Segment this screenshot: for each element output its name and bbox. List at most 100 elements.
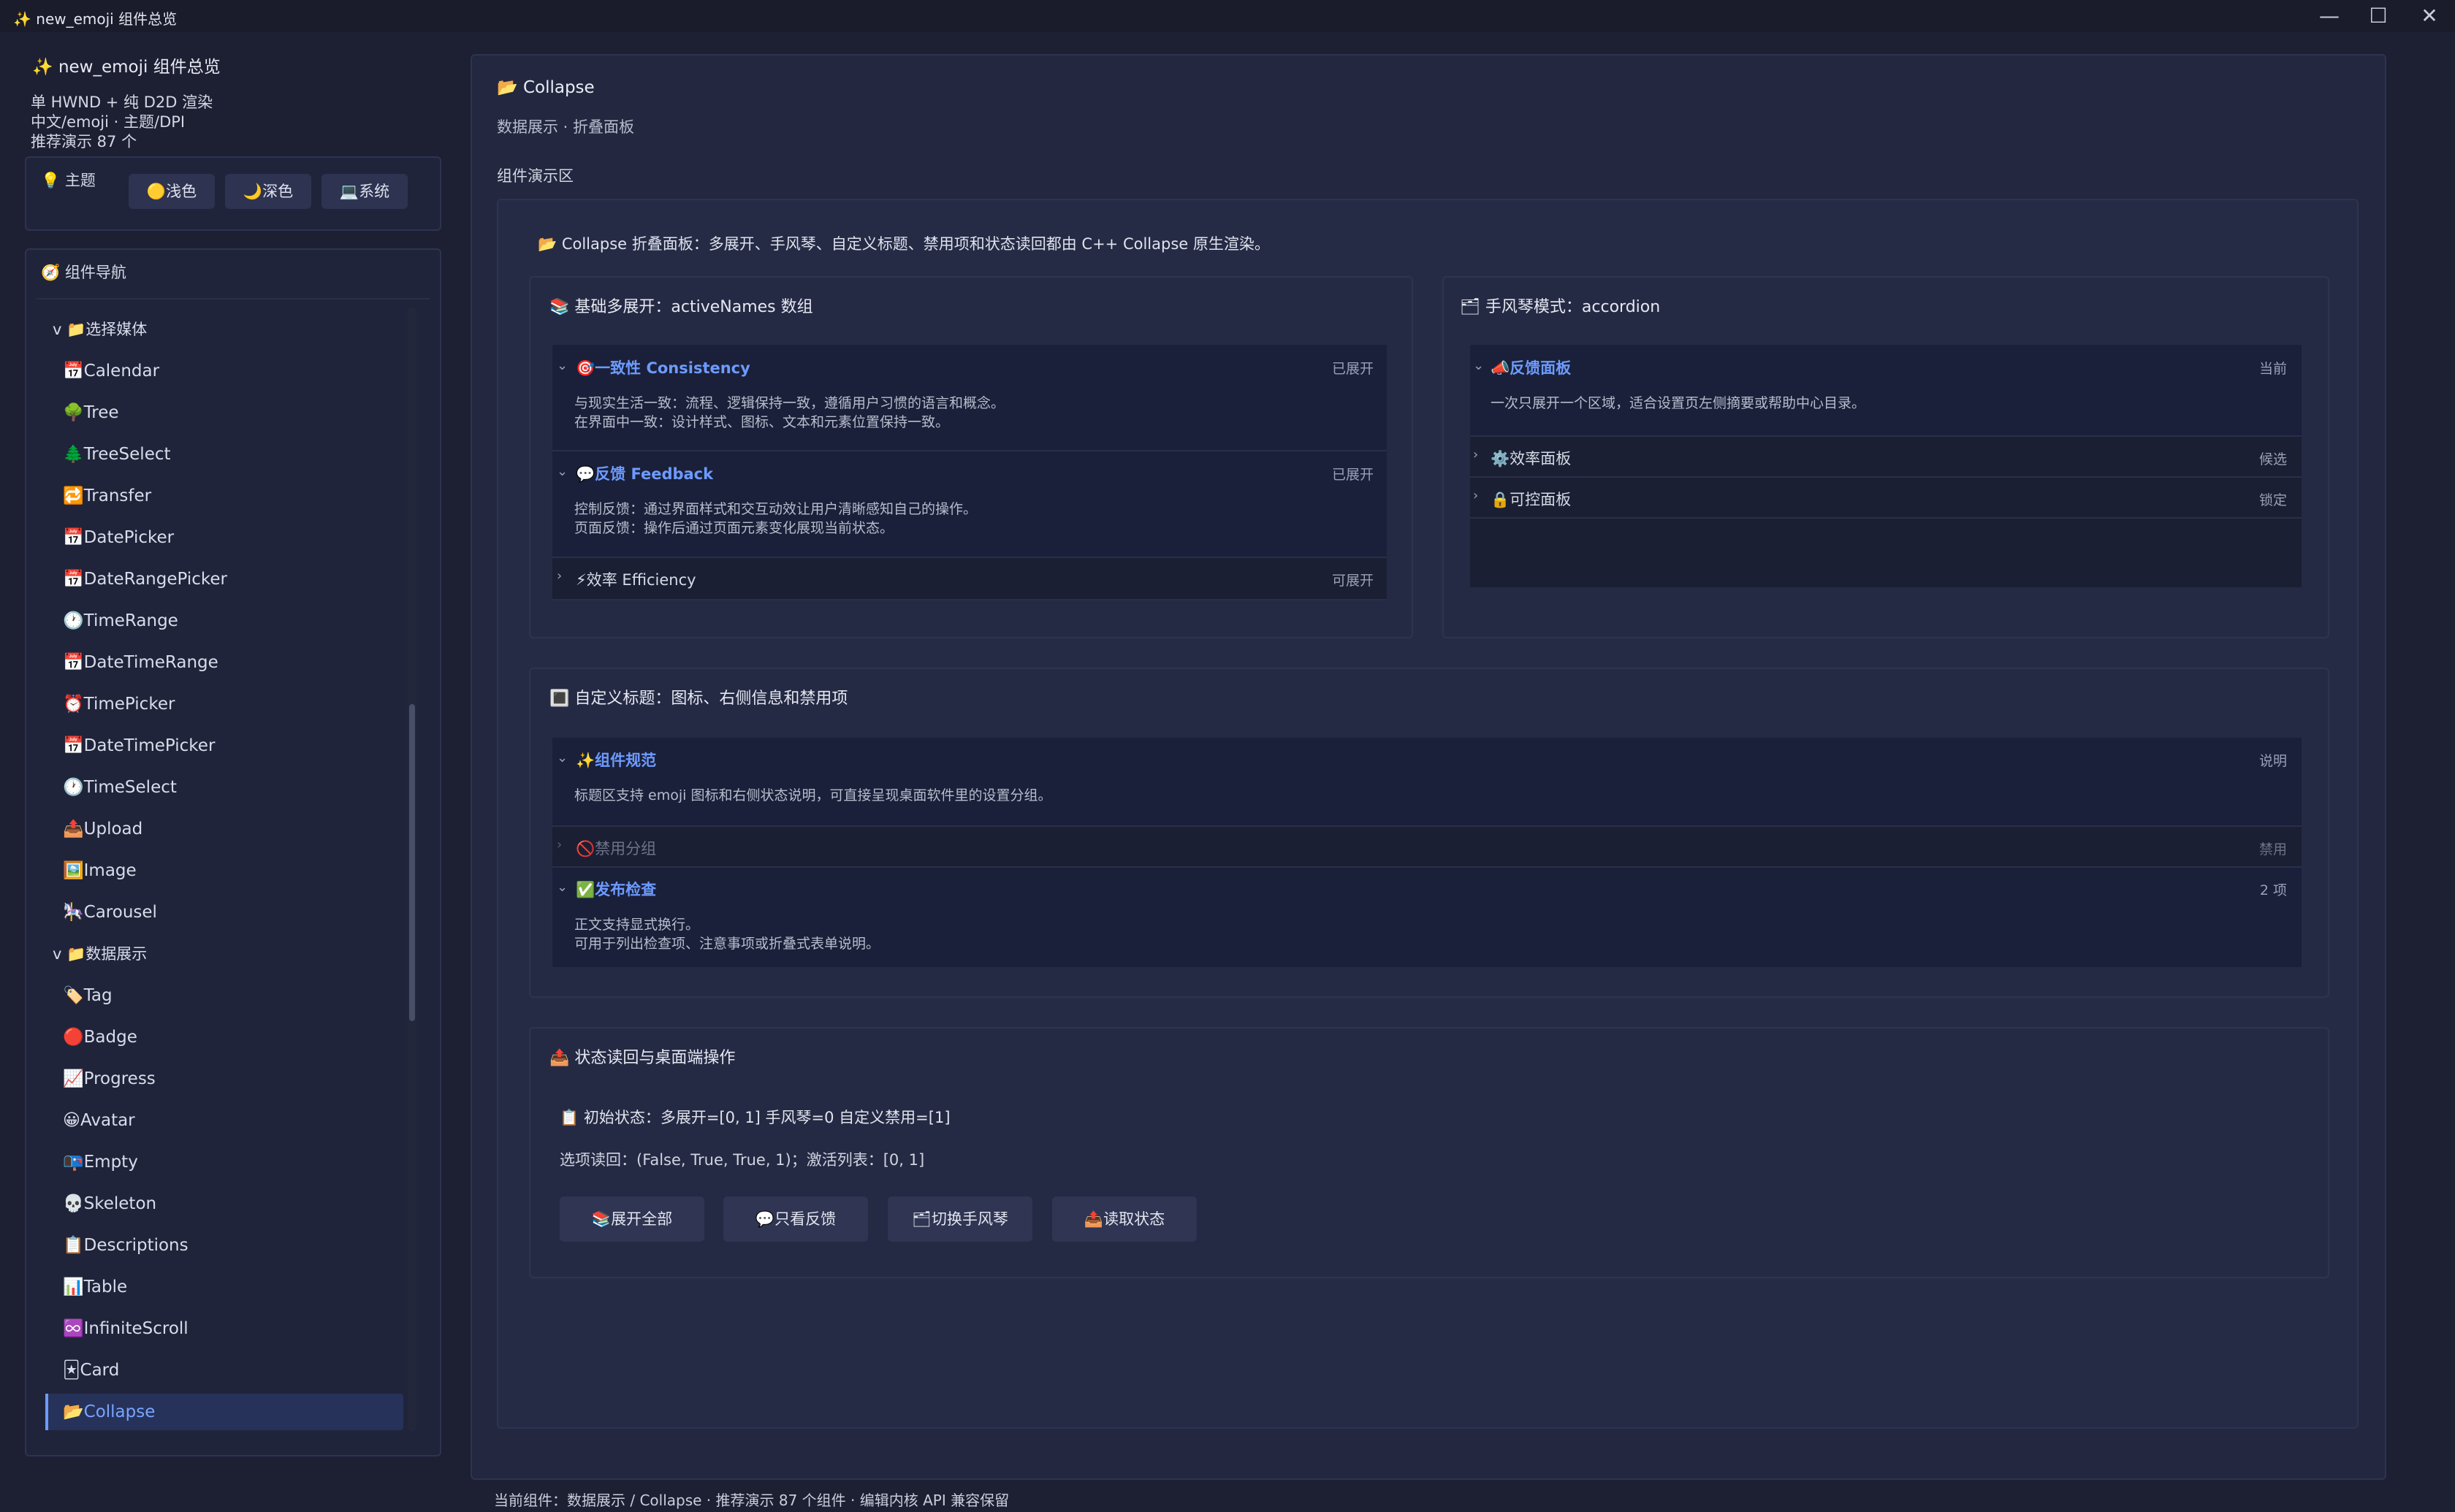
theme-light-button[interactable]: 🟡浅色: [129, 174, 215, 209]
accordion-card-title: 🗂 手风琴模式：accordion: [1460, 298, 1661, 316]
chevron-down-icon[interactable]: ⌄: [557, 464, 568, 479]
nav-item-datepicker[interactable]: 📅DatePicker: [63, 519, 174, 556]
nav-scrollbar-thumb[interactable]: [409, 704, 415, 1021]
accordion-item-body: 一次只展开一个区域，适合设置页左侧摘要或帮助中心目录。: [1491, 395, 1866, 411]
compass-icon: 🧭: [41, 264, 61, 281]
nav-item-tag[interactable]: 🏷️Tag: [63, 977, 113, 1014]
collapse-item-body: 在界面中一致：设计样式、图标、文本和元素位置保持一致。: [574, 414, 950, 430]
nav-item-tree[interactable]: 🌳Tree: [63, 394, 119, 431]
collapse-item-status: 已展开: [1331, 361, 1374, 377]
basic-card-title: 📚 基础多展开：activeNames 数组: [549, 298, 813, 316]
nav-item-transfer[interactable]: 🔁Transfer: [63, 478, 151, 514]
nav-item-calendar[interactable]: 📅Calendar: [63, 353, 159, 389]
readback-text: 选项读回：(False, True, True, 1)；激活列表：[0, 1]: [560, 1151, 925, 1169]
accordion-item-title[interactable]: 🔒可控面板: [1491, 488, 1571, 510]
collapse-item-status: 可展开: [1331, 573, 1374, 589]
nav-item-collapse[interactable]: 📂Collapse: [63, 1394, 155, 1430]
nav-group-media[interactable]: v 📁选择媒体: [53, 311, 147, 348]
status-bar: 当前组件：数据展示 / Collapse · 推荐演示 87 个组件 · 编辑内…: [494, 1492, 1010, 1509]
accordion-item-status: 候选: [2258, 451, 2287, 467]
read-state-button[interactable]: 📤读取状态: [1052, 1196, 1197, 1242]
custom-item-title[interactable]: ✨组件规范: [576, 749, 656, 771]
accordion-item-status: 锁定: [2258, 492, 2287, 508]
nav-item-empty[interactable]: 📭Empty: [63, 1144, 138, 1180]
nav-item-timerange[interactable]: 🕐TimeRange: [63, 603, 178, 639]
collapse-item-body: 控制反馈：通过界面样式和交互动效让用户清晰感知自己的操作。: [574, 501, 978, 517]
bulb-icon: 💡: [41, 172, 61, 189]
theme-dark-button[interactable]: 🌙深色: [225, 174, 311, 209]
nav-item-daterangepicker[interactable]: 📅DateRangePicker: [63, 561, 227, 597]
accordion-item-title[interactable]: 📣反馈面板: [1491, 356, 1571, 378]
collapse-item-title[interactable]: 💬反馈 Feedback: [576, 462, 713, 484]
intro-text: 📂 Collapse 折叠面板：多展开、手风琴、自定义标题、禁用项和状态读回都由…: [538, 235, 1270, 253]
custom-item-body: 正文支持显式换行。: [574, 917, 700, 933]
close-button[interactable]: ✕: [2405, 0, 2454, 32]
maximize-button[interactable]: ☐: [2354, 0, 2402, 32]
section-label: 组件演示区: [497, 167, 574, 185]
collapse-item-title[interactable]: 🎯一致性 Consistency: [576, 356, 750, 378]
nav-item-timepicker[interactable]: ⏰TimePicker: [63, 686, 175, 722]
nav-item-image[interactable]: 🖼️Image: [63, 852, 137, 889]
chevron-right-icon[interactable]: ›: [1473, 447, 1478, 462]
page-subtitle: 数据展示 · 折叠面板: [497, 118, 635, 136]
chevron-right-icon: ›: [557, 837, 563, 852]
collapse-item-body: 页面反馈：操作后通过页面元素变化展现当前状态。: [574, 520, 894, 536]
custom-item-title: 🚫禁用分组: [576, 840, 657, 858]
custom-item-status: 禁用: [2258, 841, 2287, 858]
nav-item-datetimepicker[interactable]: 📅DateTimePicker: [63, 728, 215, 764]
chevron-right-icon[interactable]: ›: [1473, 488, 1478, 503]
info-line: 推荐演示 87 个: [31, 133, 137, 150]
collapse-item-body: 与现实生活一致：流程、逻辑保持一致，遵循用户习惯的语言和概念。: [574, 395, 1005, 411]
chevron-down-icon[interactable]: ⌄: [557, 750, 568, 765]
chevron-right-icon[interactable]: ›: [557, 568, 562, 584]
state-card-title: 📤 状态读回与桌面端操作: [549, 1049, 736, 1067]
nav-item-progress[interactable]: 📈Progress: [63, 1061, 156, 1097]
minimize-button[interactable]: —: [2305, 0, 2353, 32]
custom-item-spec: [552, 738, 2302, 825]
feedback-only-button[interactable]: 💬只看反馈: [723, 1196, 868, 1242]
nav-item-avatar[interactable]: 😀Avatar: [63, 1102, 135, 1139]
custom-item-body: 标题区支持 emoji 图标和右侧状态说明，可直接呈现桌面软件里的设置分组。: [574, 787, 1052, 803]
toggle-accordion-button[interactable]: 🗂切换手风琴: [888, 1196, 1032, 1242]
collapse-item-status: 已展开: [1331, 467, 1374, 483]
nav-item-skeleton[interactable]: 💀Skeleton: [63, 1185, 156, 1222]
nav-item-infinitescroll[interactable]: ♾️InfiniteScroll: [63, 1310, 189, 1347]
accordion-empty-area: [1470, 519, 2302, 587]
window-title: ✨ new_emoji 组件总览: [13, 10, 178, 28]
divider: [552, 599, 1387, 600]
custom-item-body: 可用于列出检查项、注意事项或折叠式表单说明。: [574, 936, 880, 952]
nav-item-table[interactable]: 📊Table: [63, 1269, 127, 1305]
accordion-item-status: 当前: [2258, 361, 2287, 377]
nav-item-treeselect[interactable]: 🌲TreeSelect: [63, 436, 171, 473]
custom-item-title[interactable]: ✅发布检查: [576, 878, 656, 900]
accordion-item-title[interactable]: ⚙️效率面板: [1491, 447, 1571, 469]
chevron-down-icon[interactable]: ⌄: [557, 358, 568, 373]
custom-card-title: 🔳 自定义标题：图标、右侧信息和禁用项: [549, 690, 848, 708]
divider: [37, 298, 430, 299]
info-line: 单 HWND + 纯 D2D 渲染: [31, 93, 213, 111]
app-title: ✨ new_emoji 组件总览: [32, 58, 221, 77]
nav-item-badge[interactable]: 🔴Badge: [63, 1019, 137, 1055]
custom-item-status: 说明: [2258, 753, 2287, 769]
nav-group-data-display[interactable]: v 📁数据展示: [53, 936, 147, 972]
app-icon: ✨: [13, 10, 31, 28]
nav-item-upload[interactable]: 📤Upload: [63, 811, 142, 847]
nav-item-card[interactable]: 🃏Card: [63, 1352, 119, 1389]
theme-label: 💡 主题: [41, 172, 96, 189]
initial-state-text: 📋 初始状态：多展开=[0, 1] 手风琴=0 自定义禁用=[1]: [560, 1109, 951, 1126]
nav-item-carousel[interactable]: 🎠Carousel: [63, 894, 157, 931]
page-title: 📂 Collapse: [497, 78, 595, 97]
expand-all-button[interactable]: 📚展开全部: [560, 1196, 704, 1242]
nav-item-timeselect[interactable]: 🕐TimeSelect: [63, 769, 177, 806]
chevron-down-icon[interactable]: ⌄: [1473, 358, 1484, 373]
nav-item-selected-marker: [45, 1394, 48, 1430]
title-bar: ✨ new_emoji 组件总览 — ☐ ✕: [0, 0, 2455, 32]
collapse-item-title[interactable]: ⚡效率 Efficiency: [576, 568, 696, 590]
theme-system-button[interactable]: 💻系统: [321, 174, 408, 209]
custom-item-disabled: [552, 827, 2302, 866]
chevron-down-icon[interactable]: ⌄: [557, 879, 568, 895]
info-line: 中文/emoji · 主题/DPI: [31, 113, 186, 131]
custom-item-status: 2 项: [2259, 882, 2287, 898]
nav-item-descriptions[interactable]: 📋Descriptions: [63, 1227, 189, 1264]
nav-item-datetimerange[interactable]: 📅DateTimeRange: [63, 644, 218, 681]
